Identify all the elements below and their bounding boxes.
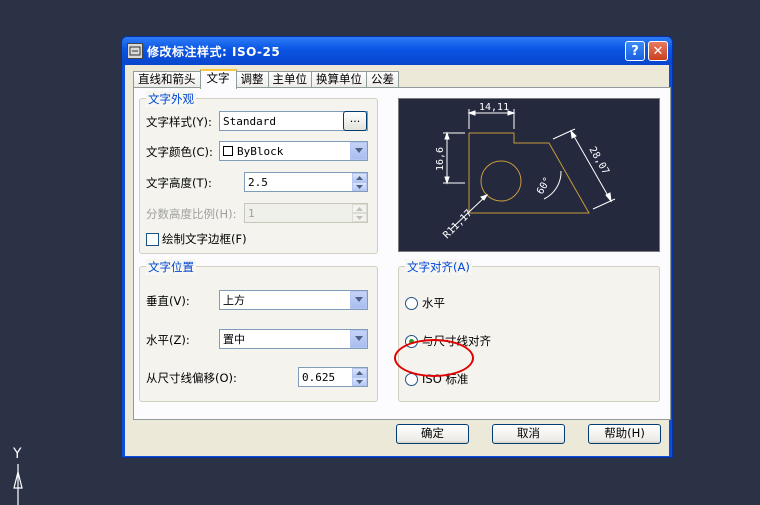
offset-row: 从尺寸线偏移(O): xyxy=(146,370,237,386)
color-swatch xyxy=(223,146,233,156)
horizontal-value: 置中 xyxy=(223,333,245,346)
align-horizontal-label[interactable]: 水平 xyxy=(422,295,445,311)
tab-primary-units[interactable]: 主单位 xyxy=(267,71,312,88)
fraction-height-label: 分数高度比例(H): xyxy=(146,207,237,221)
tab-fit[interactable]: 调整 xyxy=(235,71,269,88)
spin-down-icon xyxy=(352,213,367,222)
ucs-y-label: Y xyxy=(12,446,22,462)
app-icon xyxy=(127,43,143,59)
preview-geometry xyxy=(468,132,590,214)
dialog-client: 直线和箭头 文字 调整 主单位 换算单位 公差 文字外观 文字样式(Y): St… xyxy=(125,65,671,456)
window-title: 修改标注样式: ISO-25 xyxy=(147,44,281,59)
close-button[interactable]: ✕ xyxy=(648,41,668,61)
tab-tolerances[interactable]: 公差 xyxy=(366,71,399,88)
tab-lines-arrows[interactable]: 直线和箭头 xyxy=(133,71,201,88)
text-color-value: ByBlock xyxy=(237,144,284,158)
text-style-label: 文字样式(Y): xyxy=(146,115,212,129)
tab-strip: 直线和箭头 文字 调整 主单位 换算单位 公差 xyxy=(133,69,399,89)
text-style-row: 文字样式(Y): xyxy=(146,114,212,130)
horizontal-label: 水平(Z): xyxy=(146,333,190,347)
dim-right-label: 28,07 xyxy=(586,145,611,177)
text-height-spinner[interactable] xyxy=(352,173,367,191)
vertical-label: 垂直(V): xyxy=(146,294,190,308)
align-horizontal-radio[interactable] xyxy=(405,296,418,310)
align-horizontal-option[interactable]: 水平 xyxy=(405,295,445,311)
text-placement-title: 文字位置 xyxy=(146,259,196,275)
draw-frame-checkbox[interactable] xyxy=(146,232,159,246)
chevron-down-icon[interactable] xyxy=(350,291,367,309)
offset-spinner[interactable] xyxy=(352,368,367,386)
modify-dimension-style-dialog: 修改标注样式: ISO-25 ? ✕ 直线和箭头 文字 调整 主单位 换算单位 … xyxy=(121,36,673,458)
ok-button[interactable]: 确定 xyxy=(396,424,469,444)
text-color-select[interactable]: ByBlock xyxy=(219,141,368,161)
chevron-down-icon[interactable] xyxy=(350,142,367,160)
tab-alternate-units[interactable]: 换算单位 xyxy=(311,71,367,88)
text-style-value: Standard xyxy=(223,114,276,128)
help-button[interactable]: 帮助(H) xyxy=(588,424,661,444)
dim-radius-label: R11,17 xyxy=(441,208,474,241)
spin-down-icon[interactable] xyxy=(352,377,367,386)
spin-down-icon[interactable] xyxy=(352,182,367,191)
vertical-row: 垂直(V): xyxy=(146,293,190,309)
draw-frame-row[interactable]: 绘制文字边框(F) xyxy=(146,231,247,247)
text-color-row: 文字颜色(C): xyxy=(146,144,213,160)
spin-up-icon[interactable] xyxy=(352,368,367,377)
text-height-input[interactable]: 2.5 xyxy=(244,172,368,192)
vertical-select[interactable]: 上方 xyxy=(219,290,368,310)
fraction-height-input: 1 xyxy=(244,203,368,223)
text-height-value: 2.5 xyxy=(248,175,268,189)
text-alignment-title: 文字对齐(A) xyxy=(405,259,472,275)
cancel-button[interactable]: 取消 xyxy=(492,424,565,444)
fraction-height-spinner xyxy=(352,204,367,222)
offset-label: 从尺寸线偏移(O): xyxy=(146,371,237,385)
chevron-down-icon[interactable] xyxy=(350,330,367,348)
text-color-label: 文字颜色(C): xyxy=(146,145,213,159)
horizontal-select[interactable]: 置中 xyxy=(219,329,368,349)
text-tab-panel: 文字外观 文字样式(Y): Standard ... 文字颜色(C): ByBl… xyxy=(133,87,671,420)
text-height-label: 文字高度(T): xyxy=(146,176,212,190)
tab-text[interactable]: 文字 xyxy=(199,69,237,89)
vertical-value: 上方 xyxy=(223,294,245,307)
spin-up-icon[interactable] xyxy=(352,173,367,182)
fraction-height-value: 1 xyxy=(248,206,255,220)
title-bar[interactable]: 修改标注样式: ISO-25 ? ✕ xyxy=(122,37,672,65)
draw-frame-label[interactable]: 绘制文字边框(F) xyxy=(162,231,247,247)
dim-angle-label: 60° xyxy=(535,175,554,196)
ucs-icon: Y xyxy=(10,442,30,505)
dim-left-label: 16,6 xyxy=(435,147,446,171)
fraction-height-row: 分数高度比例(H): xyxy=(146,206,237,222)
red-highlight-ellipse xyxy=(394,339,474,377)
preview-drawing: 14,11 16,6 28,07 60° R11,17 xyxy=(435,102,616,241)
spin-up-icon xyxy=(352,204,367,213)
offset-input[interactable]: 0.625 xyxy=(298,367,368,387)
offset-value: 0.625 xyxy=(302,370,336,384)
horizontal-row: 水平(Z): xyxy=(146,332,190,348)
help-title-button[interactable]: ? xyxy=(625,41,645,61)
dimension-preview: 14,11 16,6 28,07 60° R11,17 xyxy=(398,98,660,252)
text-height-row: 文字高度(T): xyxy=(146,175,212,191)
text-style-browse-button[interactable]: ... xyxy=(343,111,367,131)
preview-labels: 14,11 16,6 28,07 60° R11,17 xyxy=(435,102,611,241)
dim-top-label: 14,11 xyxy=(479,102,509,113)
text-appearance-title: 文字外观 xyxy=(146,91,196,107)
